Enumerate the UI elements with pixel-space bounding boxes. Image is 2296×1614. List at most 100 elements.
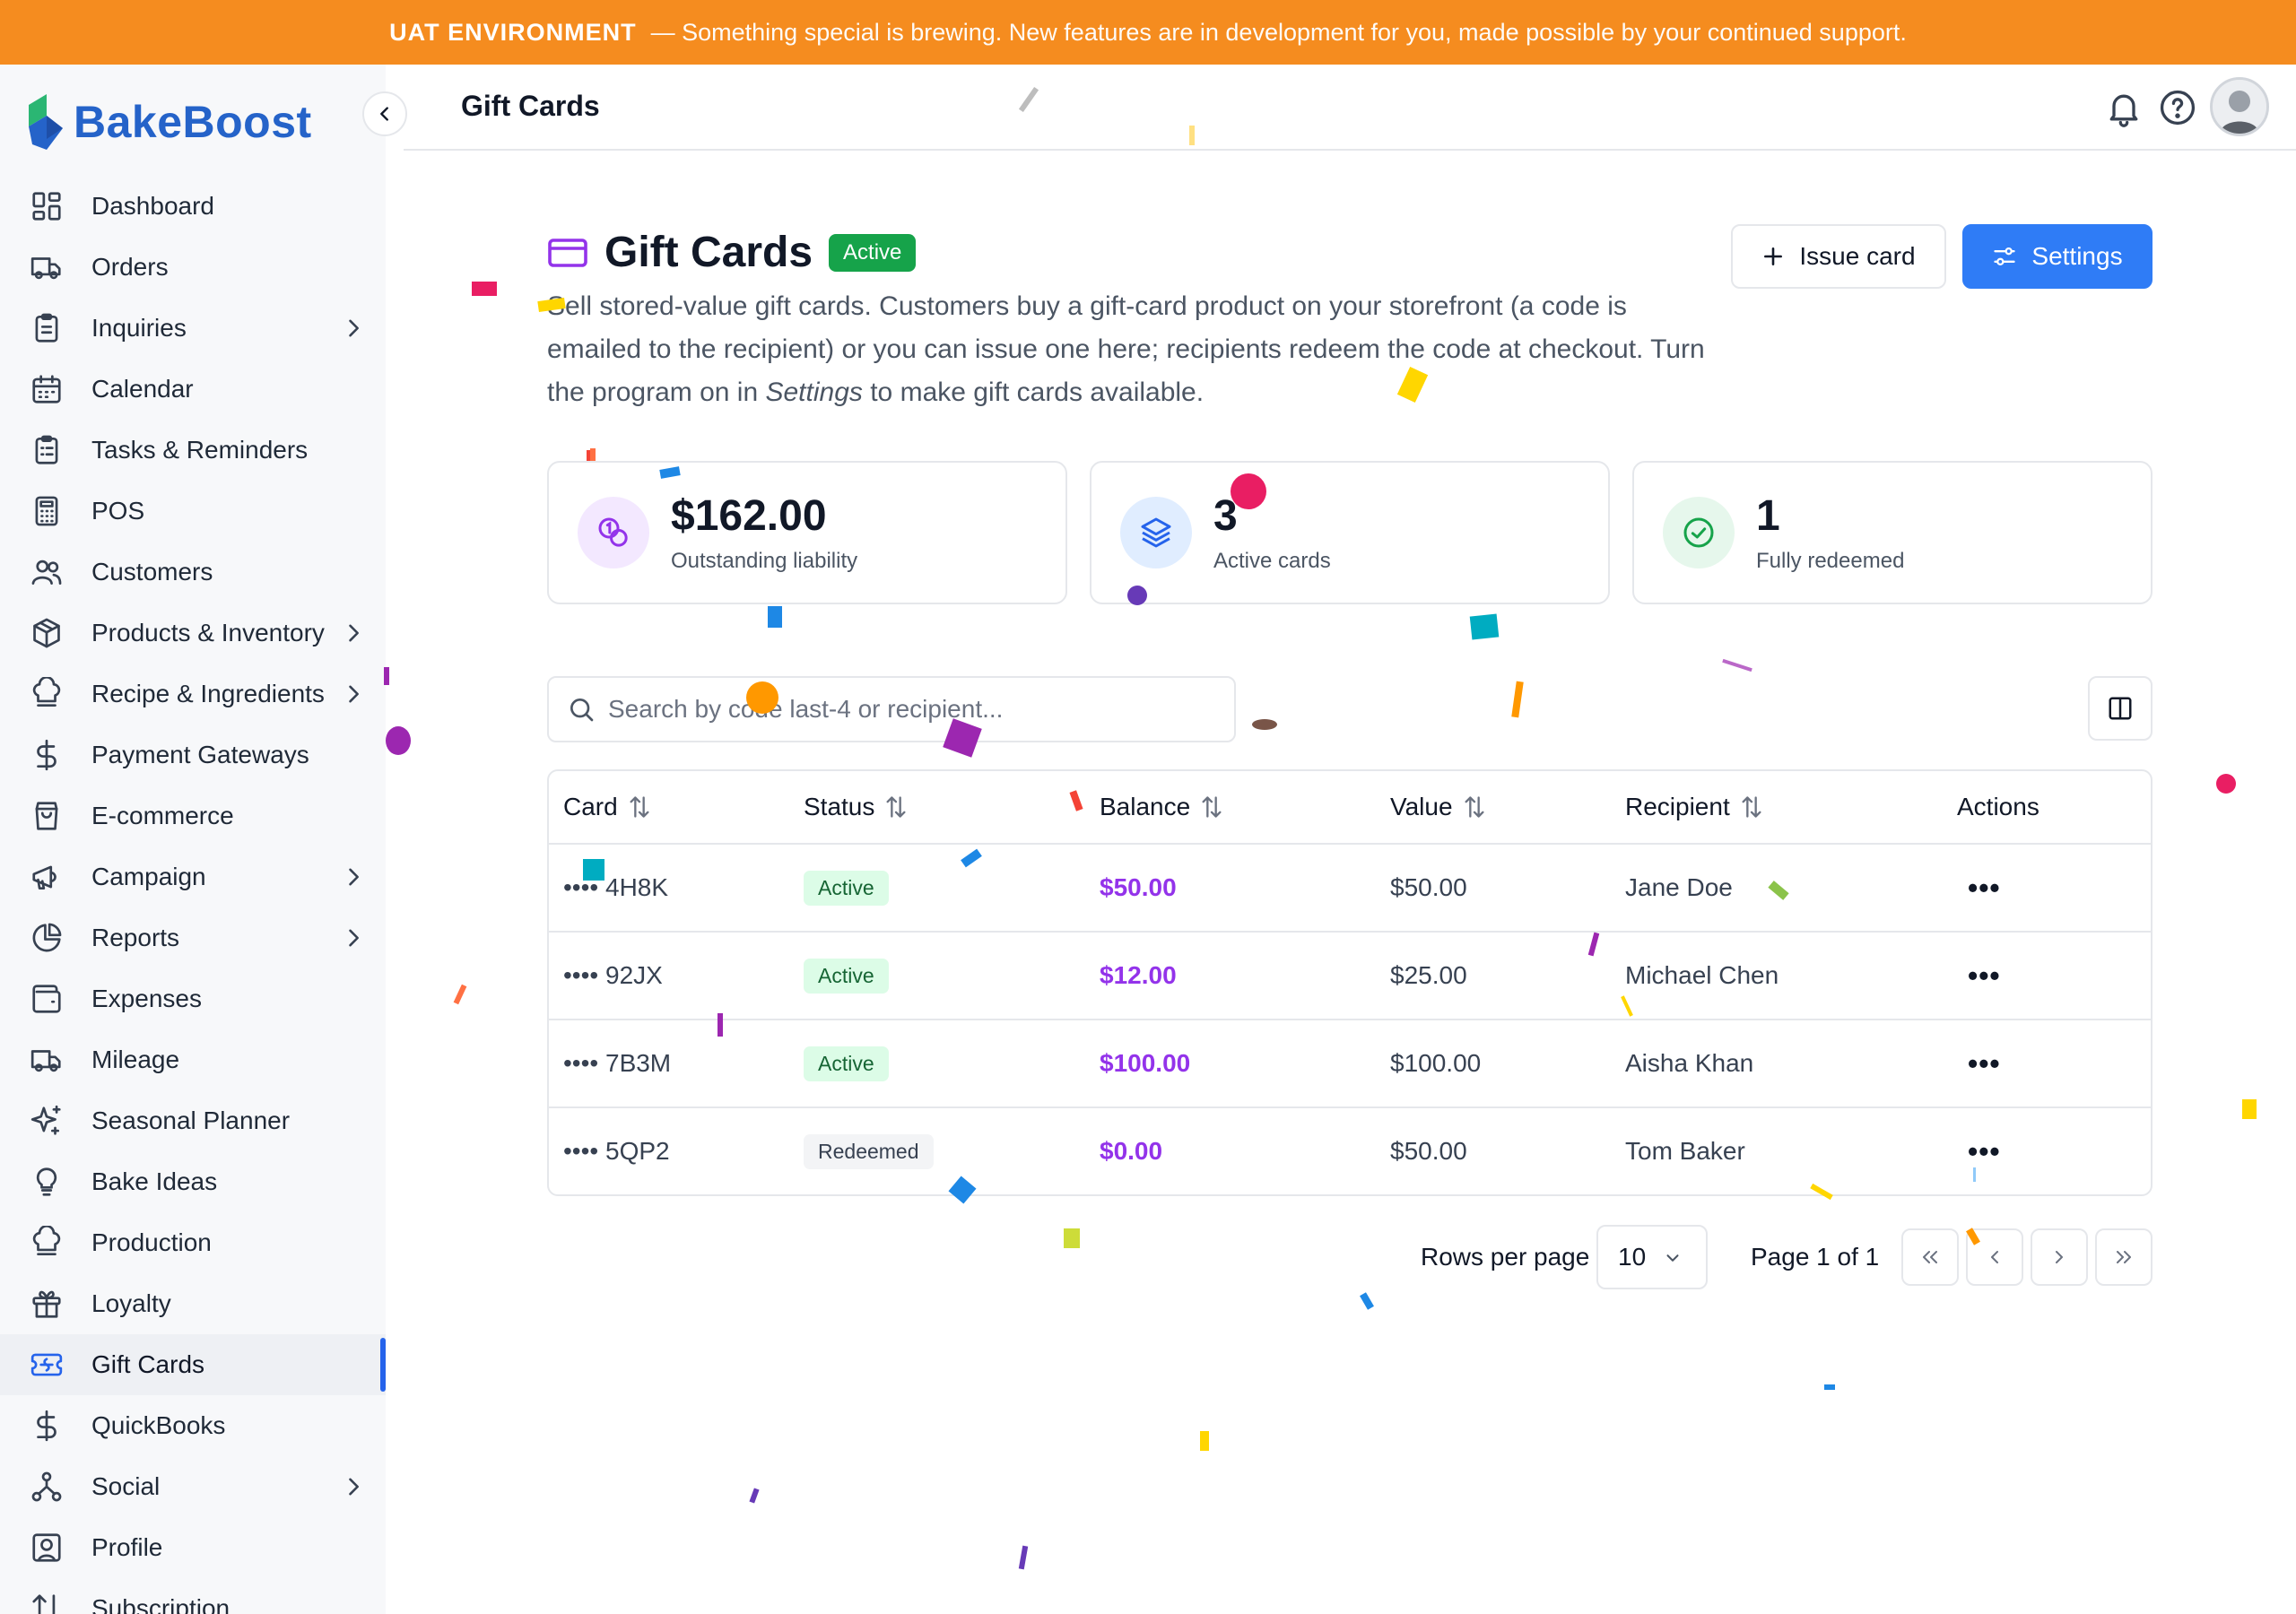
sidebar-item-products-inventory[interactable]: Products & Inventory [0,603,386,664]
sidebar-item-tasks-reminders[interactable]: Tasks & Reminders [0,420,386,481]
value-text: $50.00 [1390,873,1467,901]
cell-value: $25.00 [1390,933,1467,1019]
layers-icon [1120,497,1192,568]
cell-balance: $12.00 [1100,933,1177,1019]
shopping-bag-icon [29,798,65,834]
megaphone-icon [29,859,65,895]
last-page-button[interactable] [2095,1228,2152,1286]
sidebar-item-inquiries[interactable]: Inquiries [0,298,386,359]
column-header-actions: Actions [1957,771,2039,843]
sidebar-item-mileage[interactable]: Mileage [0,1029,386,1090]
table-header-row: Card Status Balance Value Recipient Actions [549,771,2151,843]
sidebar-item-social[interactable]: Social [0,1456,386,1517]
search-input[interactable] [608,695,1218,724]
cell-recipient: Tom Baker [1625,1108,1745,1194]
stat-value: $162.00 [671,492,827,540]
table-row[interactable]: •••• 5QP2 Redeemed $0.00 $50.00 Tom Baker ••• [549,1106,2151,1194]
sidebar-item-profile[interactable]: Profile [0,1517,386,1578]
environment-banner: UAT ENVIRONMENT — Something special is b… [0,0,2296,65]
table-row[interactable]: •••• 92JX Active $12.00 $25.00 Michael Chen •… [549,931,2151,1019]
rows-per-page-select[interactable]: 10 [1596,1225,1708,1289]
brand-name: BakeBoost [74,97,312,147]
help-icon[interactable] [2158,88,2197,127]
sidebar-item-recipe-ingredients[interactable]: Recipe & Ingredients [0,664,386,725]
calendar-icon [29,371,65,407]
table-row[interactable]: •••• 7B3M Active $100.00 $100.00 Aisha Khan •… [549,1019,2151,1106]
pagination: Rows per page 10 Page 1 of 1 [547,1225,2152,1289]
column-header-label: Balance [1100,793,1191,820]
row-actions-button[interactable]: ••• [1968,1108,2001,1194]
user-avatar-icon [2213,80,2266,134]
cell-recipient: Michael Chen [1625,933,1779,1019]
stats-cards: $162.00 Outstanding liability 3 Active c… [547,461,2152,604]
search-box [547,676,1236,742]
logo-icon [29,94,63,150]
issue-card-button[interactable]: Issue card [1731,224,1946,289]
sidebar-item-customers[interactable]: Customers [0,542,386,603]
share-network-icon [29,1469,65,1505]
sidebar-item-production[interactable]: Production [0,1212,386,1273]
balance-value: $100.00 [1100,1049,1191,1077]
sort-icon[interactable] [618,794,652,820]
bell-icon[interactable] [2104,88,2144,127]
sidebar-item-label: Loyalty [91,1289,171,1317]
column-header-label: Status [804,793,875,820]
sidebar-item-reports[interactable]: Reports [0,907,386,968]
page-header: Gift Cards Active [547,228,917,277]
check-circle-icon [1663,497,1735,568]
sidebar-item-orders[interactable]: Orders [0,237,386,298]
first-page-button[interactable] [1901,1228,1959,1286]
chevrons-right-icon [2117,1251,2131,1263]
column-header-recipient[interactable]: Recipient [1625,771,1764,843]
sidebar-item-expenses[interactable]: Expenses [0,968,386,1029]
cell-card: •••• 7B3M [563,1020,671,1106]
sidebar-item-e-commerce[interactable]: E-commerce [0,785,386,846]
sidebar-item-dashboard[interactable]: Dashboard [0,176,386,237]
sidebar-item-loyalty[interactable]: Loyalty [0,1273,386,1334]
table-row[interactable]: •••• 4H8K Active $50.00 $50.00 Jane Doe ••• [549,843,2151,931]
sort-icon [29,1591,65,1614]
settings-label: Settings [2031,242,2123,270]
sidebar-item-gift-cards[interactable]: Gift Cards [0,1334,386,1395]
sidebar-item-subscription[interactable]: Subscription [0,1578,386,1614]
more-icon: ••• [1968,1134,2001,1167]
sidebar-item-bake-ideas[interactable]: Bake Ideas [0,1151,386,1212]
sidebar-item-seasonal-planner[interactable]: Seasonal Planner [0,1090,386,1151]
sidebar-item-pos[interactable]: POS [0,481,386,542]
stat-value: 3 [1213,492,1238,540]
gift-cards-table: Card Status Balance Value Recipient Actions ••… [547,769,2152,1196]
recipient-text: Jane Doe [1625,873,1733,901]
column-header-value[interactable]: Value [1390,771,1487,843]
previous-page-button[interactable] [1966,1228,2023,1286]
row-actions-button[interactable]: ••• [1968,933,2001,1019]
settings-button[interactable]: Settings [1962,224,2152,289]
column-toggle-button[interactable] [2088,676,2152,741]
sort-icon[interactable] [1453,794,1487,820]
value-text: $100.00 [1390,1049,1482,1077]
pie-chart-icon [29,920,65,956]
row-actions-button[interactable]: ••• [1968,1020,2001,1106]
chevron-right-icon [341,864,366,889]
sort-icon[interactable] [1190,794,1224,820]
brand-logo[interactable]: BakeBoost [25,86,384,158]
column-header-balance[interactable]: Balance [1100,771,1224,843]
page-description: Sell stored-value gift cards. Customers … [547,285,1713,414]
column-header-card[interactable]: Card [563,771,652,843]
row-actions-button[interactable]: ••• [1968,845,2001,931]
sidebar-item-calendar[interactable]: Calendar [0,359,386,420]
sidebar: BakeBoost Dashboard Orders Inquiries Calend… [0,65,386,1614]
sidebar-item-payment-gateways[interactable]: Payment Gateways [0,725,386,785]
next-page-button[interactable] [2031,1228,2088,1286]
sidebar-item-quickbooks[interactable]: QuickBooks [0,1395,386,1456]
chevron-right-icon [2056,1251,2063,1263]
sort-icon[interactable] [1730,794,1764,820]
chevron-down-icon [1666,1254,1679,1262]
sidebar-item-campaign[interactable]: Campaign [0,846,386,907]
column-header-status[interactable]: Status [804,771,909,843]
value-text: $25.00 [1390,961,1467,989]
collapse-sidebar-button[interactable] [362,91,407,136]
avatar[interactable] [2210,77,2269,136]
card-text: •••• 92JX [563,961,663,989]
sidebar-item-label: Dashboard [91,192,214,220]
sort-icon[interactable] [874,794,909,820]
